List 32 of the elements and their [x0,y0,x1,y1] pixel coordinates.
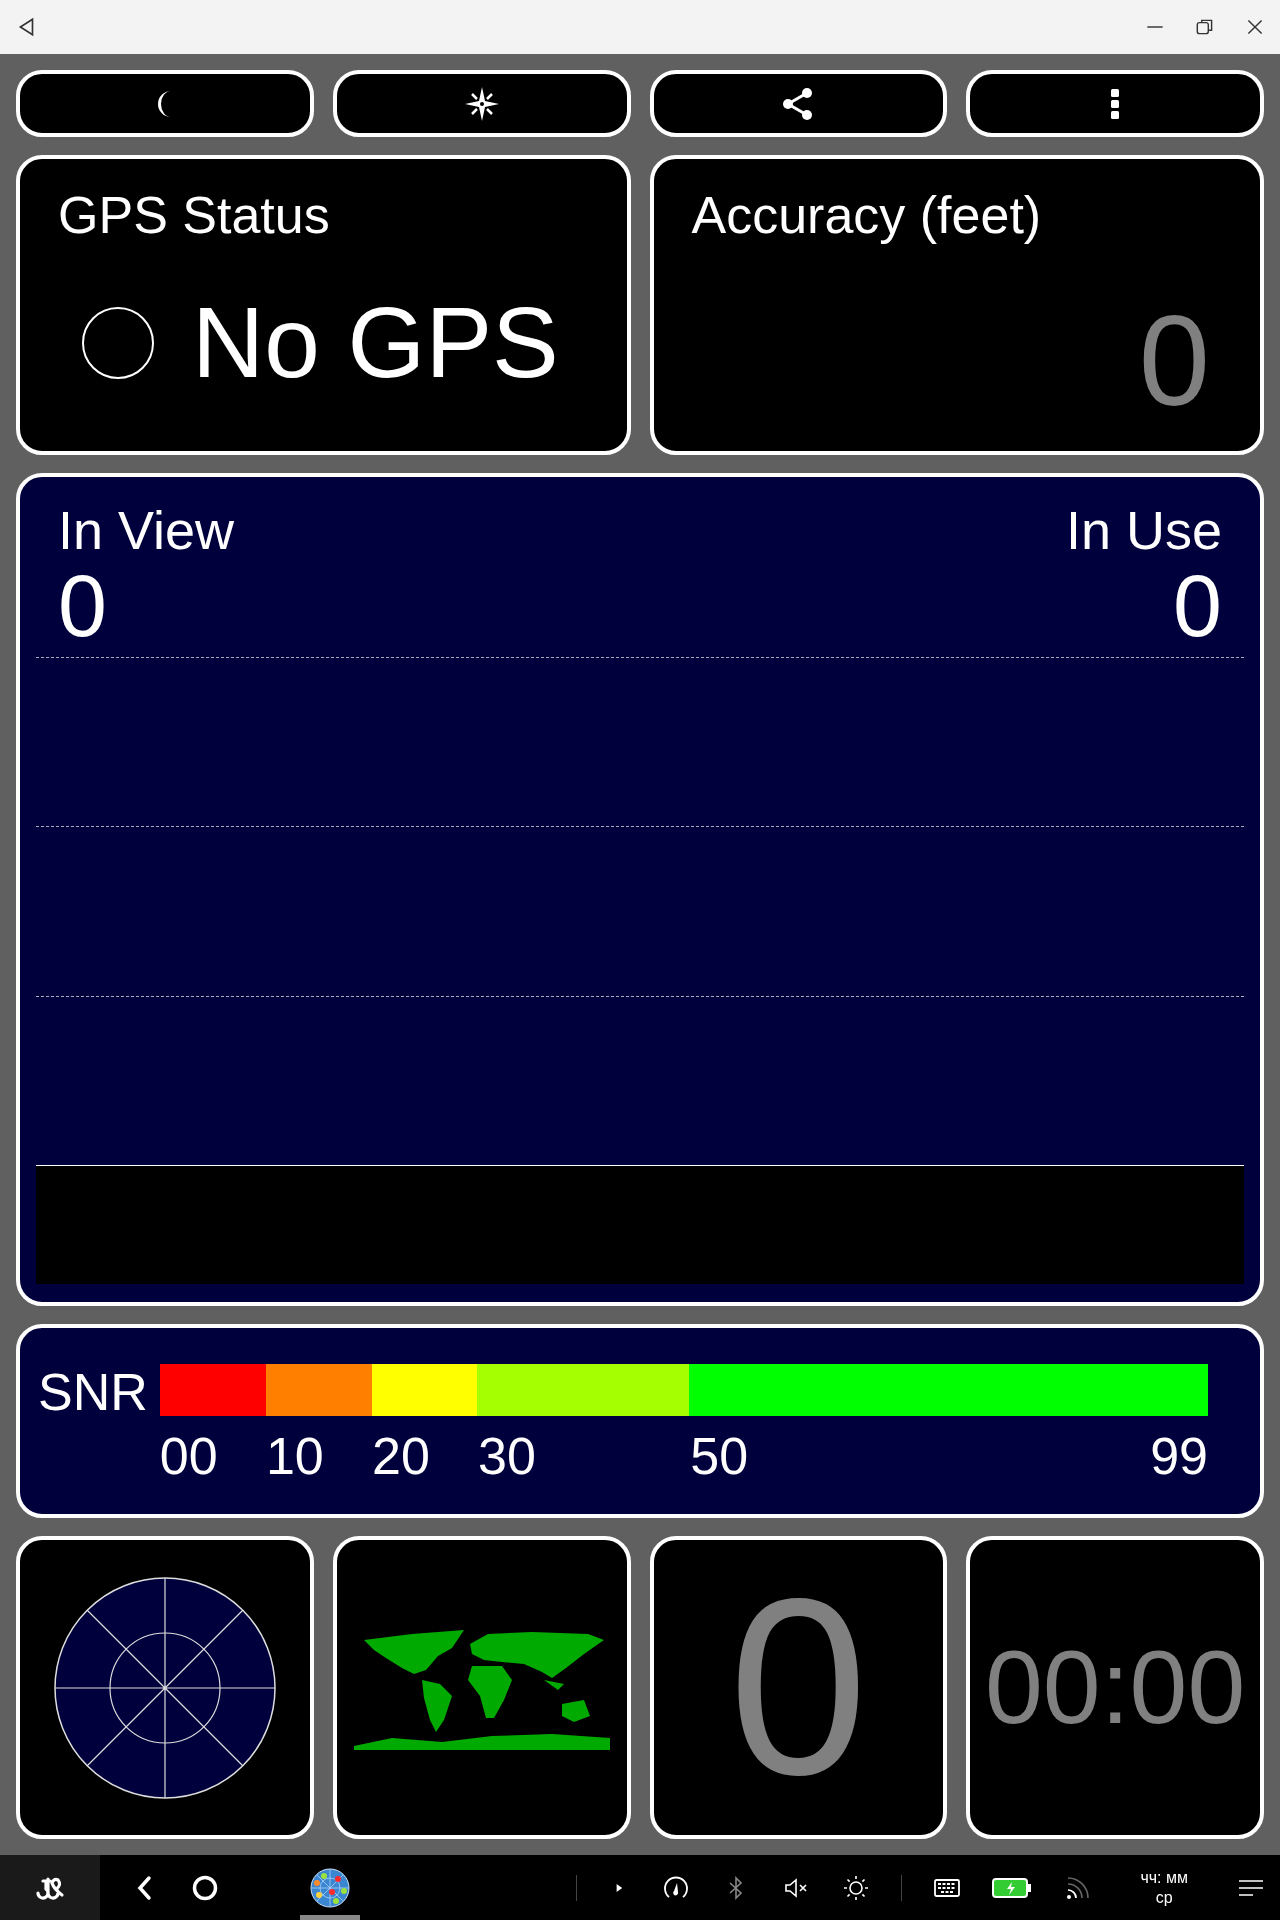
scale-label: 10 [265,1427,324,1485]
scale-label: 20 [372,1427,430,1485]
scale-label: 30 [478,1427,536,1485]
compass-button[interactable] [332,70,631,137]
satellite-count: 0 [728,1562,868,1813]
status-circle-icon [80,304,156,381]
sky-plot-tile[interactable] [16,1536,314,1839]
more-button[interactable] [966,70,1264,137]
snr-label: SNR [38,1364,148,1423]
clock-day: ср [1155,1887,1173,1907]
in-view-count: 0 [58,560,107,653]
active-app-indicator [300,1915,360,1920]
clock-time: чч: мм [1140,1868,1188,1888]
world-map-tile[interactable] [332,1536,631,1839]
more-icon [1110,87,1121,120]
time-value: 00:00 [985,1628,1246,1747]
card-title: Accuracy (feet) [691,185,1043,245]
timer-tile[interactable]: 00:00 [966,1536,1264,1839]
in-view-label: In View [58,501,235,561]
scale-label: 50 [690,1427,749,1485]
in-use-count: 0 [1173,560,1222,653]
card-title: GPS Status [58,185,331,245]
in-use-label: In Use [1065,501,1222,561]
share-button[interactable] [649,70,948,137]
scale-label: 00 [159,1427,218,1485]
launcher-button[interactable] [0,1855,100,1920]
gps-app-icon[interactable] [310,1867,350,1908]
counter-tile[interactable]: 0 [649,1536,948,1839]
night-mode-button[interactable] [16,70,314,137]
scale-label: 99 [1150,1426,1208,1486]
accuracy-value: 0 [1138,297,1210,425]
gps-status-text: No GPS [192,285,559,400]
